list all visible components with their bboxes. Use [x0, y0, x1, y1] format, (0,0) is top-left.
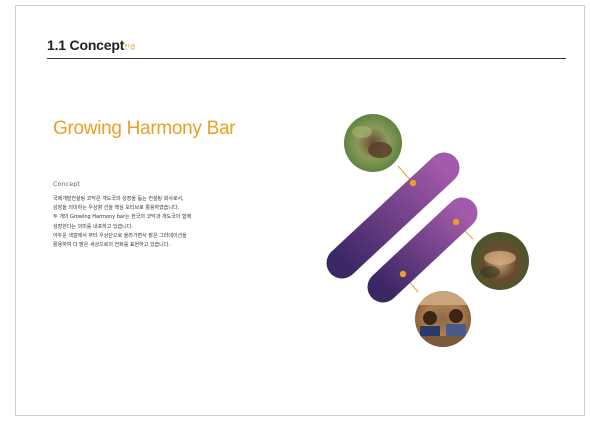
header-rule	[47, 58, 566, 59]
description-line: 성장을 의미하는 우상향 선을 핵심 모티브로 활용하였습니다.	[53, 205, 180, 212]
connector-dot	[409, 179, 417, 187]
description-line: 활용하여 더 밝은 세상으로의 전화를 표현하고 있습니다.	[53, 242, 170, 249]
children-classroom-photo	[415, 291, 471, 347]
section-subtitle: 컨셉	[124, 44, 136, 51]
hands-planting-photo	[344, 114, 402, 172]
section-title: 1.1 Concept	[47, 37, 125, 53]
concept-description: 국제개발컨설팅 코닥은 개도국의 성장을 돕는 컨설팅 회사로서, 성장을 의미…	[53, 195, 253, 250]
concept-label: Concept	[53, 180, 80, 188]
connector-dot	[452, 218, 460, 226]
main-title: Growing Harmony Bar	[53, 118, 236, 139]
harmony-bar-graphic	[326, 114, 529, 347]
description-line: 국제개발컨설팅 코닥은 개도국의 성장을 돕는 컨설팅 회사로서,	[53, 196, 184, 202]
description-line: 어두운 색깔에서 부터 우상단으로 올라가면서 밝은 그라데이션을	[53, 232, 187, 239]
description-line: 두 개의 Growing Harmony bar는 한국의 코닥과 개도국이 함…	[53, 214, 192, 221]
description-line: 성장한다는 의미를 내포하고 있습니다.	[53, 223, 133, 230]
connector-dot	[399, 270, 407, 278]
hands-sharing-photo	[471, 232, 529, 290]
